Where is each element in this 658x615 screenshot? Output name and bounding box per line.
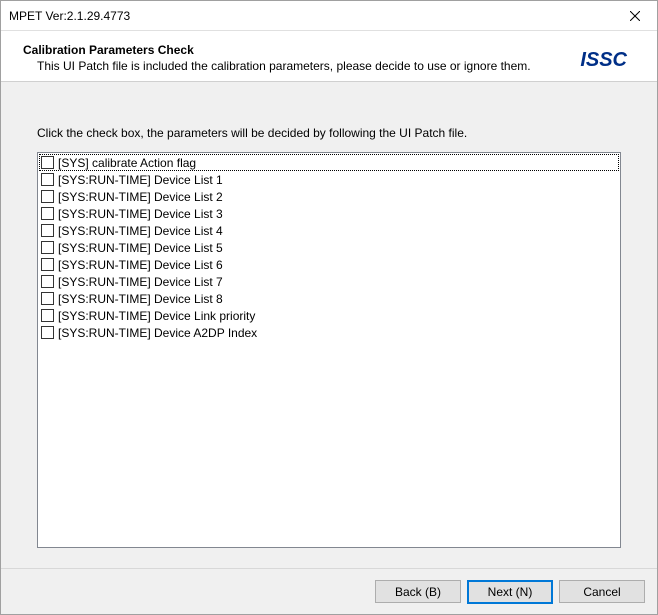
list-item[interactable]: [SYS:RUN-TIME] Device List 8 (39, 290, 619, 307)
checkbox[interactable] (41, 292, 54, 305)
list-item[interactable]: [SYS:RUN-TIME] Device List 3 (39, 205, 619, 222)
checkbox[interactable] (41, 207, 54, 220)
checkbox[interactable] (41, 258, 54, 271)
instruction-text: Click the check box, the parameters will… (37, 126, 621, 140)
back-button[interactable]: Back (B) (375, 580, 461, 603)
content-area: Click the check box, the parameters will… (1, 82, 657, 568)
page-subtitle: This UI Patch file is included the calib… (23, 59, 580, 73)
window-title: MPET Ver:2.1.29.4773 (9, 9, 130, 23)
checkbox[interactable] (41, 275, 54, 288)
list-item-label: [SYS:RUN-TIME] Device List 7 (58, 275, 223, 289)
list-item[interactable]: [SYS:RUN-TIME] Device List 4 (39, 222, 619, 239)
list-item[interactable]: [SYS] calibrate Action flag (39, 154, 619, 171)
list-item-label: [SYS:RUN-TIME] Device List 5 (58, 241, 223, 255)
header-area: Calibration Parameters Check This UI Pat… (1, 31, 657, 81)
logo: ISSC (580, 43, 635, 72)
header-text: Calibration Parameters Check This UI Pat… (23, 43, 580, 73)
checkbox[interactable] (41, 241, 54, 254)
list-item[interactable]: [SYS:RUN-TIME] Device List 7 (39, 273, 619, 290)
list-item[interactable]: [SYS:RUN-TIME] Device List 2 (39, 188, 619, 205)
titlebar: MPET Ver:2.1.29.4773 (1, 1, 657, 31)
checkbox[interactable] (41, 156, 54, 169)
list-item-label: [SYS:RUN-TIME] Device List 1 (58, 173, 223, 187)
close-button[interactable] (612, 1, 657, 30)
cancel-button[interactable]: Cancel (559, 580, 645, 603)
list-item-label: [SYS:RUN-TIME] Device List 8 (58, 292, 223, 306)
dialog-window: MPET Ver:2.1.29.4773 Calibration Paramet… (0, 0, 658, 615)
list-item[interactable]: [SYS:RUN-TIME] Device List 5 (39, 239, 619, 256)
list-item[interactable]: [SYS:RUN-TIME] Device A2DP Index (39, 324, 619, 341)
next-button[interactable]: Next (N) (467, 580, 553, 604)
list-item-label: [SYS] calibrate Action flag (58, 156, 196, 170)
parameters-listbox[interactable]: [SYS] calibrate Action flag [SYS:RUN-TIME… (37, 152, 621, 548)
checkbox[interactable] (41, 173, 54, 186)
checkbox[interactable] (41, 309, 54, 322)
close-icon (630, 11, 640, 21)
list-item-label: [SYS:RUN-TIME] Device List 6 (58, 258, 223, 272)
list-item-label: [SYS:RUN-TIME] Device Link priority (58, 309, 255, 323)
list-item-label: [SYS:RUN-TIME] Device A2DP Index (58, 326, 257, 340)
list-item[interactable]: [SYS:RUN-TIME] Device List 6 (39, 256, 619, 273)
list-item-label: [SYS:RUN-TIME] Device List 4 (58, 224, 223, 238)
checkbox[interactable] (41, 326, 54, 339)
checkbox[interactable] (41, 190, 54, 203)
checkbox[interactable] (41, 224, 54, 237)
page-title: Calibration Parameters Check (23, 43, 580, 57)
list-item[interactable]: [SYS:RUN-TIME] Device Link priority (39, 307, 619, 324)
list-item-label: [SYS:RUN-TIME] Device List 3 (58, 207, 223, 221)
list-item-label: [SYS:RUN-TIME] Device List 2 (58, 190, 223, 204)
footer-buttons: Back (B) Next (N) Cancel (1, 568, 657, 614)
list-item[interactable]: [SYS:RUN-TIME] Device List 1 (39, 171, 619, 188)
